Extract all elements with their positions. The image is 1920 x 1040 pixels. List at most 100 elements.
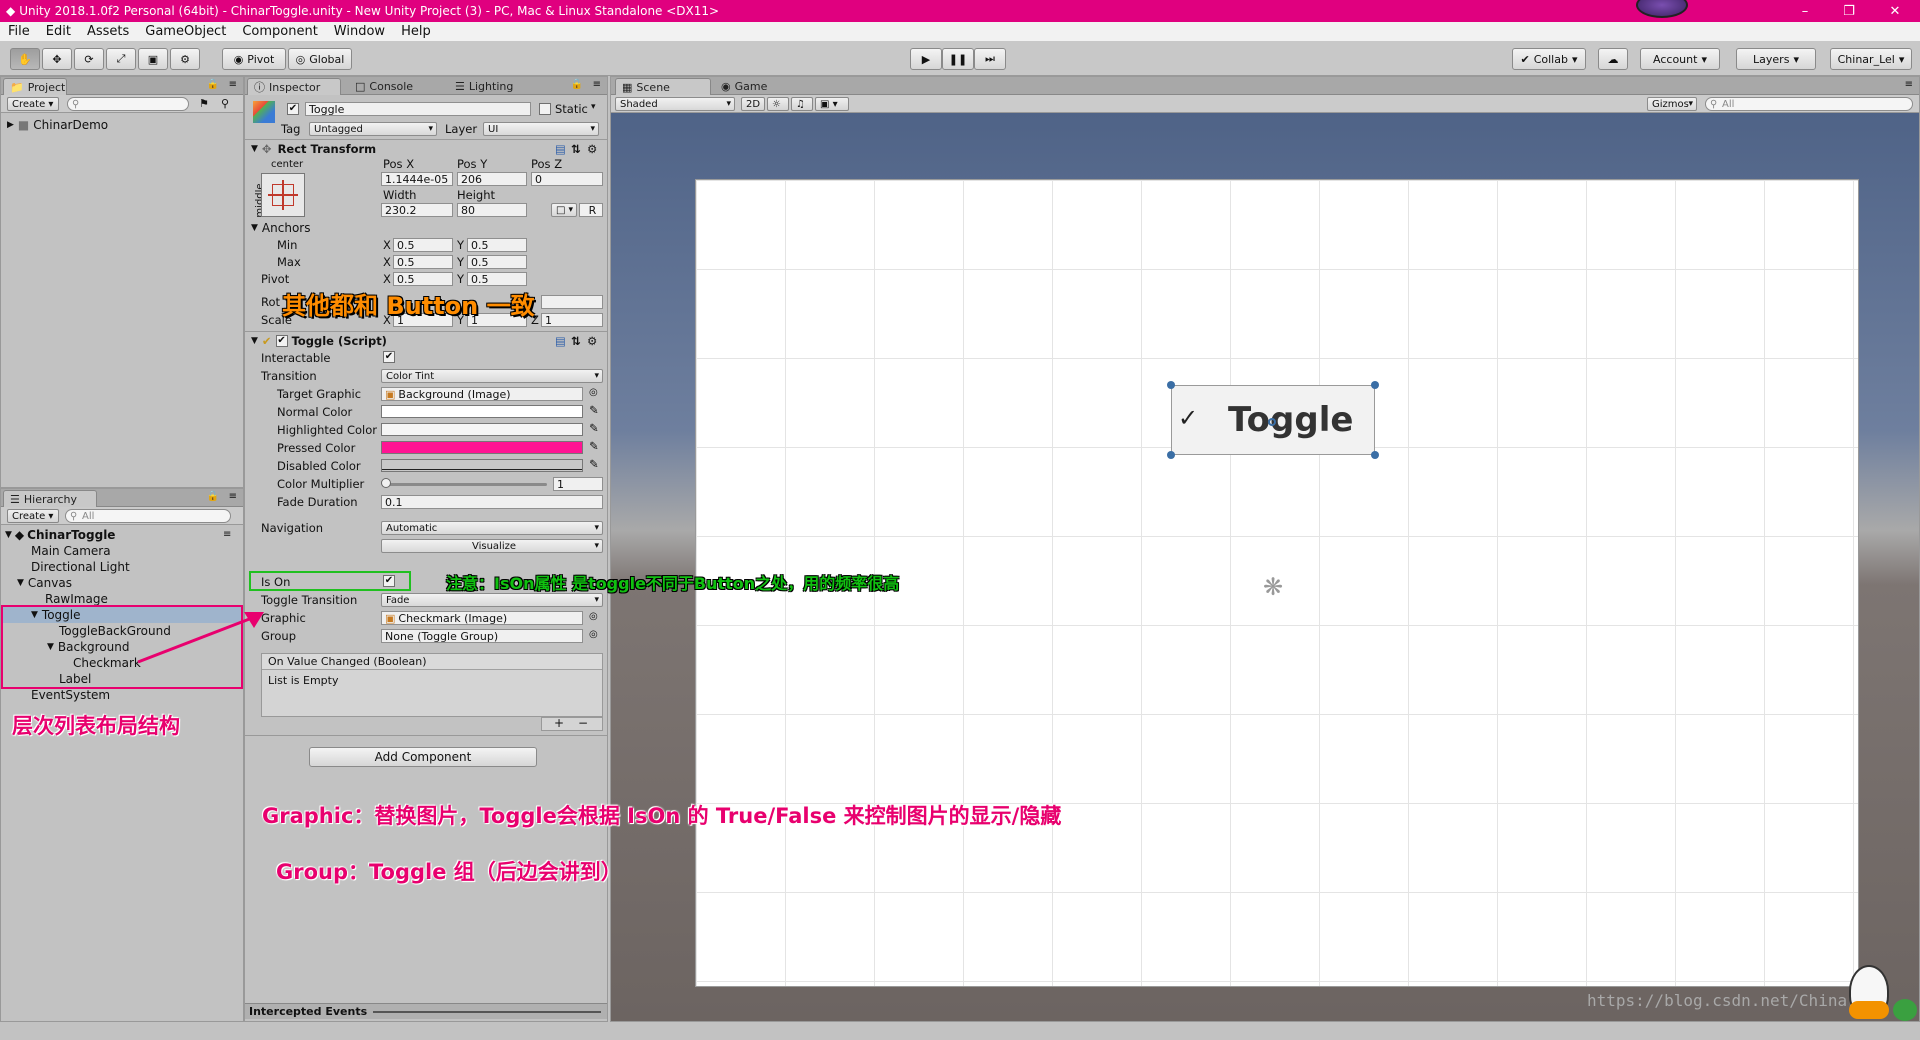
hand-tool-button[interactable]: ✋ xyxy=(10,48,40,70)
lock-icon[interactable]: 🔒 xyxy=(571,79,583,90)
close-icon[interactable]: ✕ xyxy=(1872,0,1918,22)
help-icon[interactable]: ▤ xyxy=(555,334,566,348)
rotation-z-field[interactable] xyxy=(541,295,603,309)
hierarchy-search-input[interactable]: ⚲ All xyxy=(65,509,231,523)
gizmos-dropdown[interactable]: Gizmos xyxy=(1647,97,1697,111)
scale-tool-button[interactable]: ⤢ xyxy=(106,48,136,70)
eyedropper-icon[interactable]: ✎ xyxy=(589,439,599,453)
tab-inspector[interactable]: ⓘ Inspector xyxy=(247,78,341,95)
object-picker-icon[interactable]: ◎ xyxy=(589,629,598,640)
tab-game[interactable]: ◉ Game xyxy=(715,78,797,95)
menu-component[interactable]: Component xyxy=(234,24,325,39)
color-multiplier-slider-thumb[interactable] xyxy=(381,478,391,488)
group-field[interactable]: None (Toggle Group) xyxy=(381,629,583,643)
cloud-button[interactable]: ☁ xyxy=(1598,48,1628,70)
pivot-x-field[interactable]: 0.5 xyxy=(393,272,453,286)
posz-field[interactable]: 0 xyxy=(531,172,603,186)
pivot-button[interactable]: ◉ Pivot xyxy=(222,48,286,70)
scale-z-field[interactable]: 1 xyxy=(541,313,603,327)
shading-dropdown[interactable]: Shaded xyxy=(615,97,735,111)
tab-hierarchy[interactable]: ☰ Hierarchy xyxy=(3,490,97,507)
graphic-field[interactable]: ▣ Checkmark (Image) xyxy=(381,611,583,625)
collapse-arrow-icon[interactable]: ▼ xyxy=(251,223,258,233)
navigation-dropdown[interactable]: Automatic xyxy=(381,521,603,535)
pivot-handle[interactable] xyxy=(1268,418,1276,426)
object-name-field[interactable]: Toggle xyxy=(305,102,531,116)
menu-gameobject[interactable]: GameObject xyxy=(137,24,234,39)
toggle-enabled-checkbox[interactable]: ✔ xyxy=(275,334,288,347)
global-button[interactable]: ◎ Global xyxy=(288,48,352,70)
disabled-color-swatch[interactable] xyxy=(381,459,583,472)
fade-duration-field[interactable]: 0.1 xyxy=(381,495,603,509)
rect-transform-header[interactable]: ▼ ✥ Rect Transform ▤ ⇅ ⚙ xyxy=(245,139,607,157)
posx-field[interactable]: 1.1444e-05 xyxy=(381,172,453,186)
selection-handle-bl[interactable] xyxy=(1167,451,1175,459)
static-dropdown-icon[interactable]: ▾ xyxy=(591,102,596,112)
move-tool-button[interactable]: ✥ xyxy=(42,48,72,70)
height-field[interactable]: 80 xyxy=(457,203,527,217)
collab-button[interactable]: ✔ Collab ▾ xyxy=(1512,48,1586,70)
is-on-checkbox[interactable]: ✔ xyxy=(383,575,395,587)
anchor-max-y-field[interactable]: 0.5 xyxy=(467,255,527,269)
menu-help[interactable]: Help xyxy=(393,24,439,39)
eyedropper-icon[interactable]: ✎ xyxy=(589,403,599,417)
expand-arrow-icon[interactable]: ▶ xyxy=(7,120,14,130)
project-create-button[interactable]: Create ▾ xyxy=(7,97,59,111)
layout-button[interactable]: Chinar_Lel ▾ xyxy=(1830,48,1912,70)
pivot-y-field[interactable]: 0.5 xyxy=(467,272,527,286)
anchor-max-x-field[interactable]: 0.5 xyxy=(393,255,453,269)
toggle-object[interactable]: ✓ Toggle xyxy=(1171,385,1375,455)
panel-menu-icon[interactable]: ≡ xyxy=(229,79,237,90)
anchors-foldout[interactable]: ▼ Anchors xyxy=(251,220,310,236)
mode-2d-button[interactable]: 2D xyxy=(741,97,765,111)
menu-file[interactable]: File xyxy=(0,24,38,39)
selection-handle-tl[interactable] xyxy=(1167,381,1175,389)
collapse-arrow-icon[interactable]: ▼ xyxy=(251,336,258,346)
hierarchy-item-eventsystem[interactable]: EventSystem xyxy=(31,687,110,703)
filter-type-icon[interactable]: ⚑ xyxy=(199,97,209,110)
transform-tool-button[interactable]: ⚙ xyxy=(170,48,200,70)
toggle-script-header[interactable]: ▼ ✔ ✔ Toggle (Script) ▤ ⇅ ⚙ xyxy=(245,331,607,349)
color-multiplier-field[interactable]: 1 xyxy=(553,477,603,491)
rotate-tool-button[interactable]: ⟳ xyxy=(74,48,104,70)
anchor-min-y-field[interactable]: 0.5 xyxy=(467,238,527,252)
expand-arrow-icon[interactable]: ▼ xyxy=(5,530,12,540)
project-search-input[interactable]: ⚲ xyxy=(67,97,189,111)
pressed-color-swatch[interactable] xyxy=(381,441,583,454)
transition-dropdown[interactable]: Color Tint xyxy=(381,369,603,383)
gear-icon[interactable]: ⚙ xyxy=(587,142,597,156)
add-component-button[interactable]: Add Component xyxy=(309,747,537,767)
object-picker-icon[interactable]: ◎ xyxy=(589,387,598,398)
add-event-button[interactable]: + xyxy=(554,716,564,730)
color-multiplier-slider-track[interactable] xyxy=(385,483,547,486)
hierarchy-create-button[interactable]: Create ▾ xyxy=(7,509,59,523)
step-button[interactable]: ⏭ xyxy=(974,48,1006,70)
anchor-min-x-field[interactable]: 0.5 xyxy=(393,238,453,252)
static-checkbox[interactable] xyxy=(539,103,551,115)
scene-menu-icon[interactable]: ≡ xyxy=(223,529,231,540)
hierarchy-item-canvas[interactable]: ▼ Canvas xyxy=(17,575,72,591)
tab-project[interactable]: 📁 Project xyxy=(3,78,67,95)
anchor-flower-icon[interactable]: ❋ xyxy=(1263,573,1283,601)
preset-icon[interactable]: ⇅ xyxy=(571,334,581,348)
preset-icon[interactable]: ⇅ xyxy=(571,142,581,156)
account-button[interactable]: Account ▾ xyxy=(1640,48,1720,70)
minimize-icon[interactable]: – xyxy=(1782,0,1828,22)
target-graphic-field[interactable]: ▣ Background (Image) xyxy=(381,387,583,401)
raw-edit-button[interactable]: R xyxy=(579,203,603,217)
object-picker-icon[interactable]: ◎ xyxy=(589,611,598,622)
blueprint-button[interactable]: □ xyxy=(551,203,577,217)
hierarchy-item-main-camera[interactable]: Main Camera xyxy=(31,543,111,559)
gear-icon[interactable]: ⚙ xyxy=(587,334,597,348)
toggle-transition-dropdown[interactable]: Fade xyxy=(381,593,603,607)
intercepted-events-bar[interactable]: Intercepted Events xyxy=(245,1003,607,1019)
lock-icon[interactable]: 🔒 xyxy=(207,491,219,502)
tag-dropdown[interactable]: Untagged xyxy=(309,122,437,136)
selection-handle-br[interactable] xyxy=(1371,451,1379,459)
lighting-toggle-button[interactable]: ☼ xyxy=(767,97,789,111)
remove-event-button[interactable]: − xyxy=(578,716,588,730)
interactable-checkbox[interactable]: ✔ xyxy=(383,351,395,363)
selection-handle-tr[interactable] xyxy=(1371,381,1379,389)
menu-window[interactable]: Window xyxy=(326,24,393,39)
normal-color-swatch[interactable] xyxy=(381,405,583,418)
